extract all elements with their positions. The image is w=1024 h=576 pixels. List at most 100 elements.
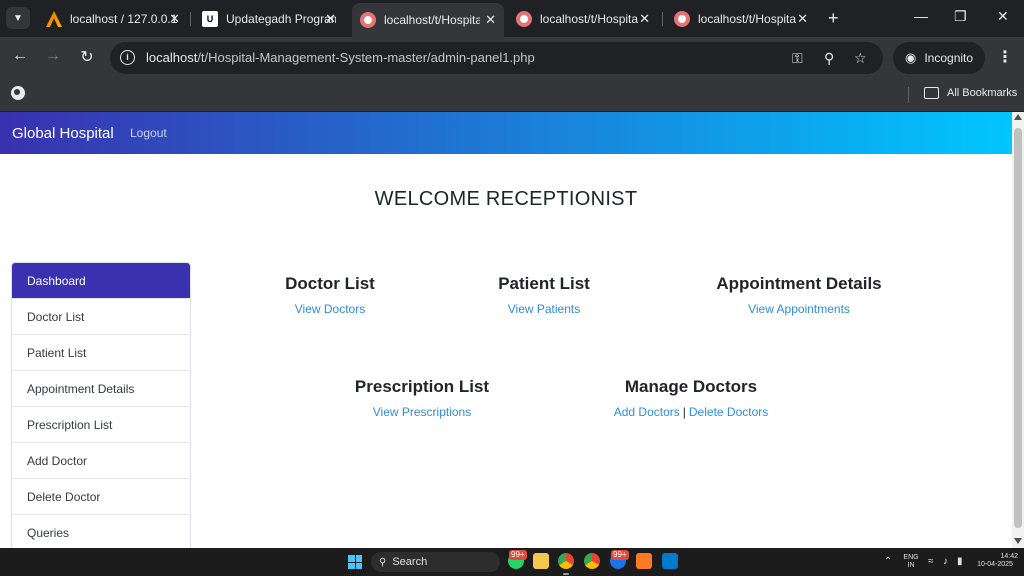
chevron-down-icon: ▼ bbox=[13, 12, 23, 24]
taskbar-search[interactable]: ⚲ Search bbox=[371, 552, 500, 572]
tab-title: Updategadh Program bbox=[226, 12, 336, 26]
star-icon[interactable]: ☆ bbox=[854, 50, 867, 67]
incognito-label: Incognito bbox=[924, 51, 974, 65]
chevron-up-icon[interactable]: ⌃ bbox=[884, 556, 892, 567]
menu-icon[interactable]: ⋮ bbox=[997, 47, 1013, 67]
clock-date: 10-04-2025 bbox=[977, 561, 1013, 568]
language-code: ENG bbox=[903, 554, 919, 561]
tab-search-button[interactable]: ▼ bbox=[6, 7, 30, 29]
url-text[interactable]: localhost/t/Hospital-Management-System-m… bbox=[146, 50, 535, 65]
page-title: WELCOME RECEPTIONIST bbox=[374, 188, 638, 210]
close-icon[interactable]: ✕ bbox=[485, 12, 496, 28]
manage-doctors-card: Manage Doctors Add Doctors | Delete Doctor… bbox=[601, 377, 781, 421]
tab-strip: ▼ localhost / 127.0.0.1 ✕ U Updategadh P… bbox=[0, 0, 1024, 37]
prescription-list-card: Prescription List View Prescriptions bbox=[342, 377, 502, 421]
page-scrollbar[interactable] bbox=[1012, 112, 1024, 548]
windows-start-icon[interactable] bbox=[348, 555, 362, 569]
scroll-down-icon[interactable] bbox=[1014, 538, 1022, 544]
sidebar-item-dashboard[interactable]: Dashboard bbox=[12, 263, 190, 299]
add-doctors-link[interactable]: Add Doctors bbox=[614, 405, 680, 419]
tab-title: localhost/t/Hospital-M bbox=[698, 12, 796, 26]
wifi-icon[interactable]: ≈ bbox=[928, 556, 934, 567]
taskbar-search-label: Search bbox=[392, 556, 428, 568]
sidebar-item-add-doctor[interactable]: Add Doctor bbox=[12, 443, 190, 479]
forward-arrow-icon[interactable]: → bbox=[43, 47, 63, 65]
sidebar-item-queries[interactable]: Queries bbox=[12, 515, 190, 548]
zoom-icon[interactable]: ⚲ bbox=[824, 50, 834, 67]
reload-icon[interactable]: ↻ bbox=[77, 47, 97, 67]
doctor-list-card: Doctor List View Doctors bbox=[270, 274, 390, 318]
active-app-indicator bbox=[563, 573, 569, 575]
info-icon[interactable]: i bbox=[120, 50, 135, 65]
uc-icon: U bbox=[202, 11, 218, 27]
browser-tab[interactable]: U Updategadh Program ✕ bbox=[194, 4, 344, 34]
incognito-badge[interactable]: ◉ Incognito bbox=[893, 42, 985, 74]
browser-tab[interactable]: localhost/t/Hospital-M ✕ bbox=[666, 4, 816, 34]
volume-icon[interactable]: ♪ bbox=[943, 556, 948, 567]
close-icon[interactable]: ✕ bbox=[797, 11, 808, 27]
language-indicator[interactable]: ENG IN bbox=[900, 554, 922, 570]
sidebar-item-doctor-list[interactable]: Doctor List bbox=[12, 299, 190, 335]
view-doctors-link[interactable]: View Doctors bbox=[295, 302, 365, 316]
language-region: IN bbox=[907, 562, 915, 569]
notification-badge: 99+ bbox=[611, 550, 629, 560]
battery-icon[interactable]: ▮ bbox=[957, 556, 963, 567]
all-bookmarks-button[interactable]: All Bookmarks bbox=[947, 87, 1017, 99]
tab-title: localhost/t/Hospital-M bbox=[384, 13, 480, 27]
address-bar[interactable]: i localhost/t/Hospital-Management-System… bbox=[110, 42, 883, 74]
hospital-icon bbox=[360, 12, 376, 28]
tab-separator bbox=[190, 12, 191, 26]
hospital-icon bbox=[674, 11, 690, 27]
search-icon: ⚲ bbox=[379, 556, 387, 568]
sidebar-item-delete-doctor[interactable]: Delete Doctor bbox=[12, 479, 190, 515]
patient-list-card: Patient List View Patients bbox=[484, 274, 604, 318]
new-tab-icon[interactable]: + bbox=[828, 8, 839, 29]
chrome-profile-icon[interactable] bbox=[584, 553, 600, 569]
window-close-icon[interactable]: ✕ bbox=[997, 8, 1009, 25]
globe-icon[interactable] bbox=[11, 86, 25, 100]
clock[interactable]: 14:42 10-04-2025 bbox=[972, 553, 1018, 569]
notification-badge: 99+ bbox=[509, 550, 527, 560]
logout-link[interactable]: Logout bbox=[130, 126, 167, 140]
vscode-icon[interactable] bbox=[662, 553, 678, 569]
appointment-details-card: Appointment Details View Appointments bbox=[709, 274, 889, 318]
tab-separator bbox=[662, 12, 663, 26]
browser-toolbar: ← → ↻ i localhost/t/Hospital-Management-… bbox=[0, 37, 1024, 79]
clock-time: 14:42 bbox=[1000, 553, 1018, 560]
view-appointments-link[interactable]: View Appointments bbox=[748, 302, 850, 316]
folder-icon[interactable] bbox=[924, 87, 939, 99]
back-arrow-icon[interactable]: ← bbox=[10, 47, 30, 65]
sidebar-item-prescription-list[interactable]: Prescription List bbox=[12, 407, 190, 443]
view-prescriptions-link[interactable]: View Prescriptions bbox=[373, 405, 471, 419]
xampp-icon[interactable] bbox=[636, 553, 652, 569]
chrome-icon[interactable] bbox=[558, 553, 574, 569]
sidebar: Dashboard Doctor List Patient List Appoi… bbox=[11, 262, 191, 548]
bookmarks-separator bbox=[908, 87, 909, 103]
close-icon[interactable]: ✕ bbox=[639, 11, 650, 27]
key-icon[interactable]: ⚿ bbox=[792, 50, 803, 67]
card-title: Doctor List bbox=[285, 274, 375, 293]
scroll-thumb[interactable] bbox=[1014, 128, 1022, 528]
card-title: Patient List bbox=[498, 274, 590, 293]
tab-title: localhost/t/Hospital-M bbox=[540, 12, 638, 26]
bird-icon bbox=[46, 11, 62, 27]
card-title: Prescription List bbox=[354, 377, 490, 396]
url-host: localhost bbox=[146, 50, 198, 65]
sidebar-item-appointment-details[interactable]: Appointment Details bbox=[12, 371, 190, 407]
view-patients-link[interactable]: View Patients bbox=[508, 302, 581, 316]
sidebar-item-patient-list[interactable]: Patient List bbox=[12, 335, 190, 371]
delete-doctors-link[interactable]: Delete Doctors bbox=[689, 405, 768, 419]
close-icon[interactable]: ✕ bbox=[325, 11, 336, 27]
minimize-icon[interactable]: — bbox=[914, 8, 928, 24]
browser-tab[interactable]: localhost/t/Hospital-M ✕ bbox=[508, 4, 658, 34]
file-explorer-icon[interactable] bbox=[533, 553, 549, 569]
tab-title: localhost / 127.0.0.1 bbox=[70, 12, 178, 26]
brand-link[interactable]: Global Hospital bbox=[12, 125, 114, 142]
scroll-up-icon[interactable] bbox=[1014, 114, 1022, 120]
link-separator: | bbox=[682, 405, 686, 419]
close-icon[interactable]: ✕ bbox=[169, 11, 180, 27]
bookmarks-bar: All Bookmarks bbox=[0, 79, 1024, 112]
browser-tab-active[interactable]: localhost/t/Hospital-M ✕ bbox=[352, 3, 504, 37]
restore-icon[interactable]: ❐ bbox=[954, 8, 967, 25]
browser-tab[interactable]: localhost / 127.0.0.1 ✕ bbox=[38, 4, 188, 34]
